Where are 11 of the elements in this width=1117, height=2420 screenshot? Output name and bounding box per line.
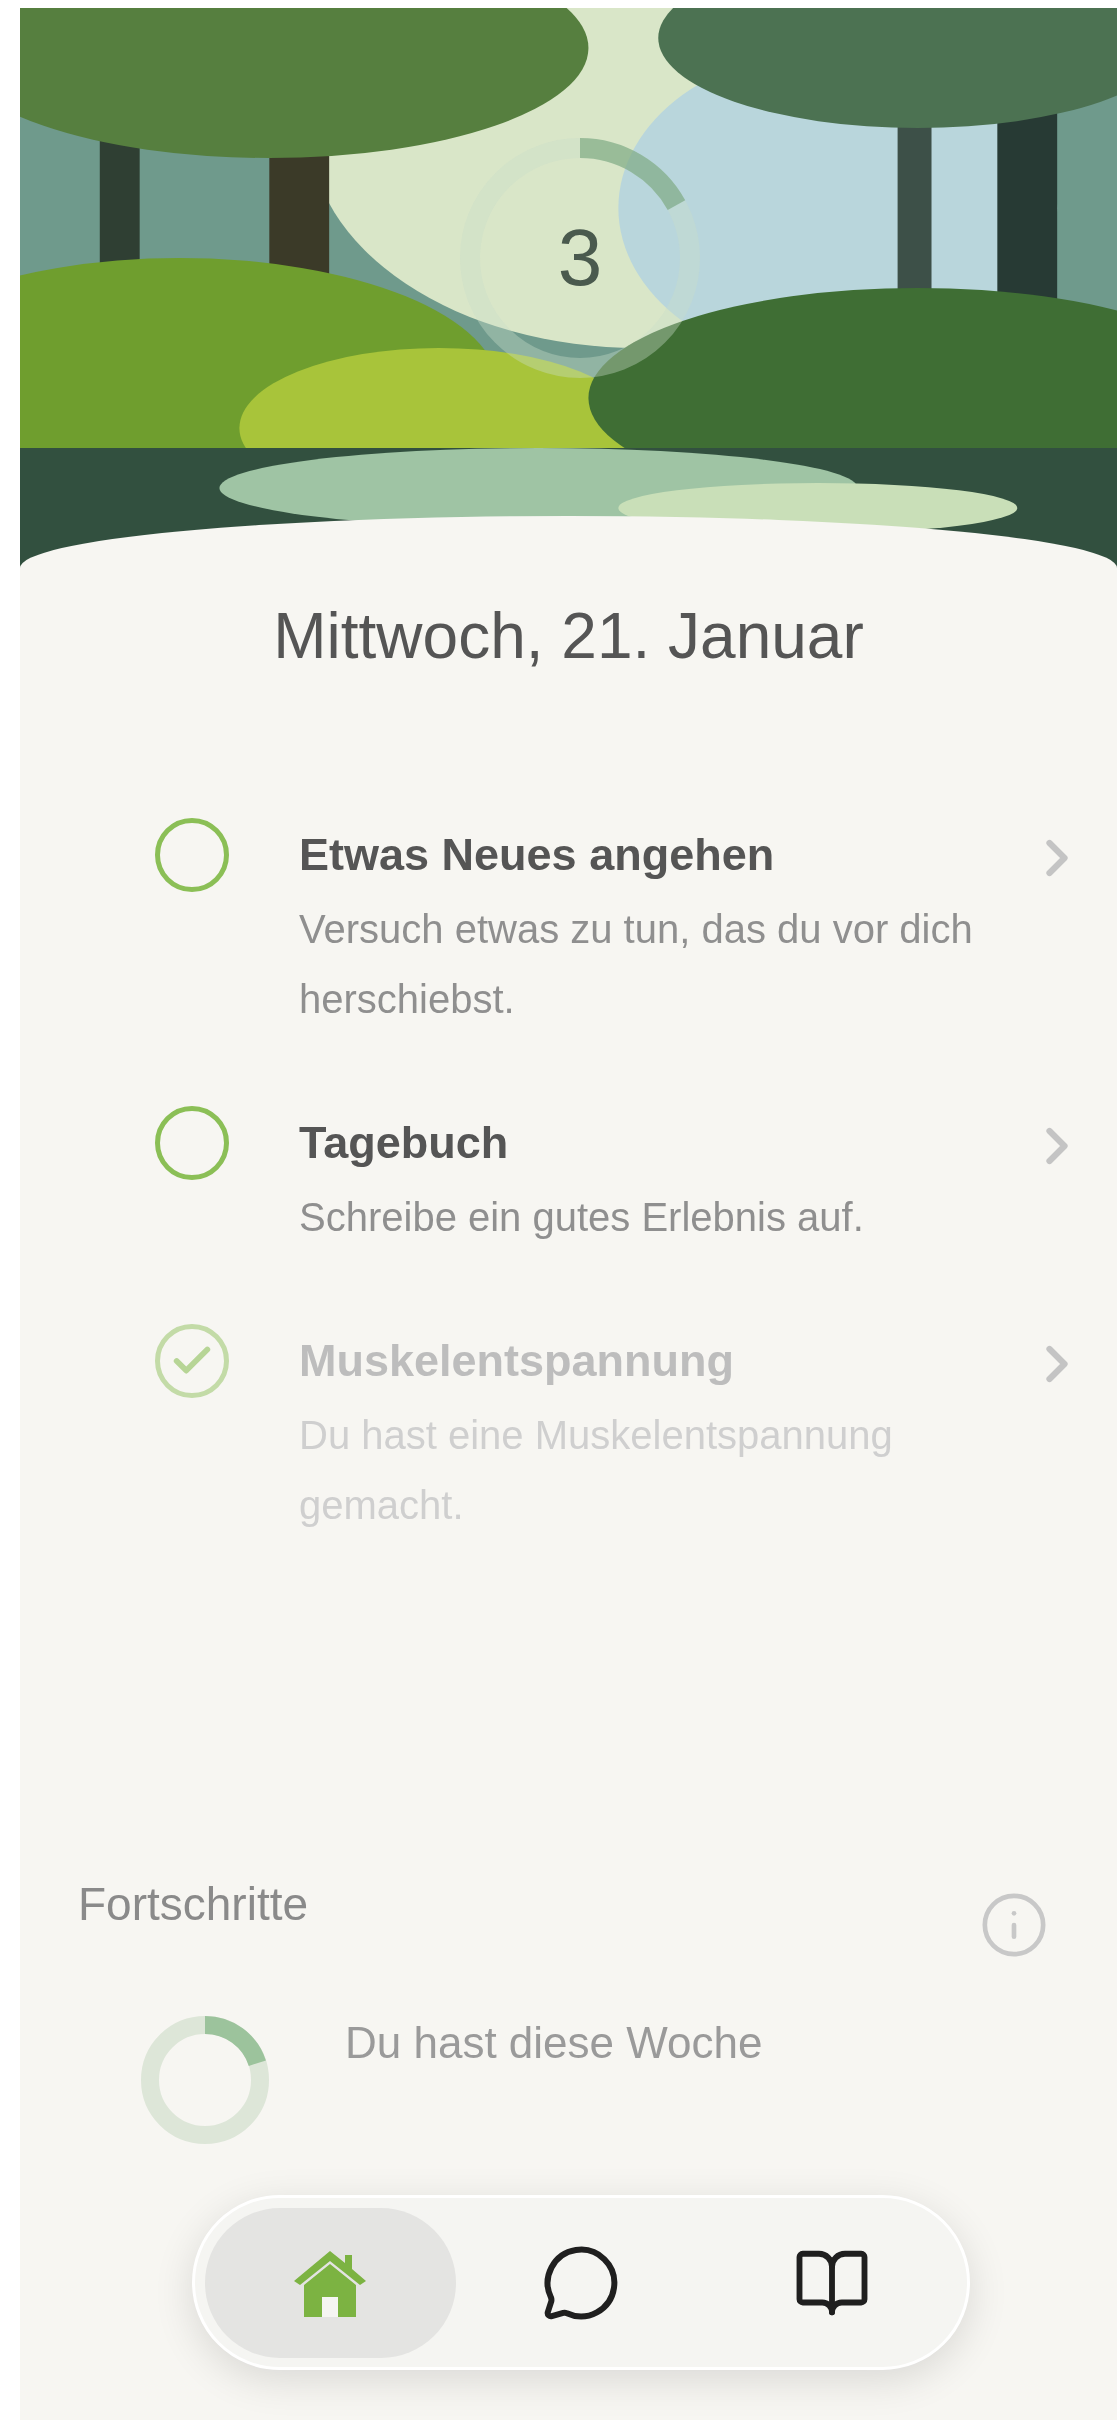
task-title: Etwas Neues angehen	[299, 828, 776, 882]
task-item[interactable]: Etwas Neues angehen Versuch etwas zu tun, das du vor dich herschiebst.	[155, 816, 1087, 1034]
task-title: Muskelentspannung	[299, 1334, 736, 1388]
section-title: Fortschritte	[78, 1877, 309, 1932]
progress-text: Du hast diese Woche	[345, 2017, 763, 2069]
task-title: Tagebuch	[299, 1116, 510, 1170]
task-description: Versuch etwas zu tun, das du vor dich herschiebst.	[299, 906, 974, 1023]
task-description: Schreibe ein gutes Erlebnis auf.	[299, 1194, 865, 1241]
date-heading: Mittwoch, 21. Januar	[272, 599, 865, 674]
counter-number: 3	[557, 212, 603, 304]
task-item[interactable]: Tagebuch Schreibe ein gutes Erlebnis auf.	[155, 1104, 1087, 1252]
